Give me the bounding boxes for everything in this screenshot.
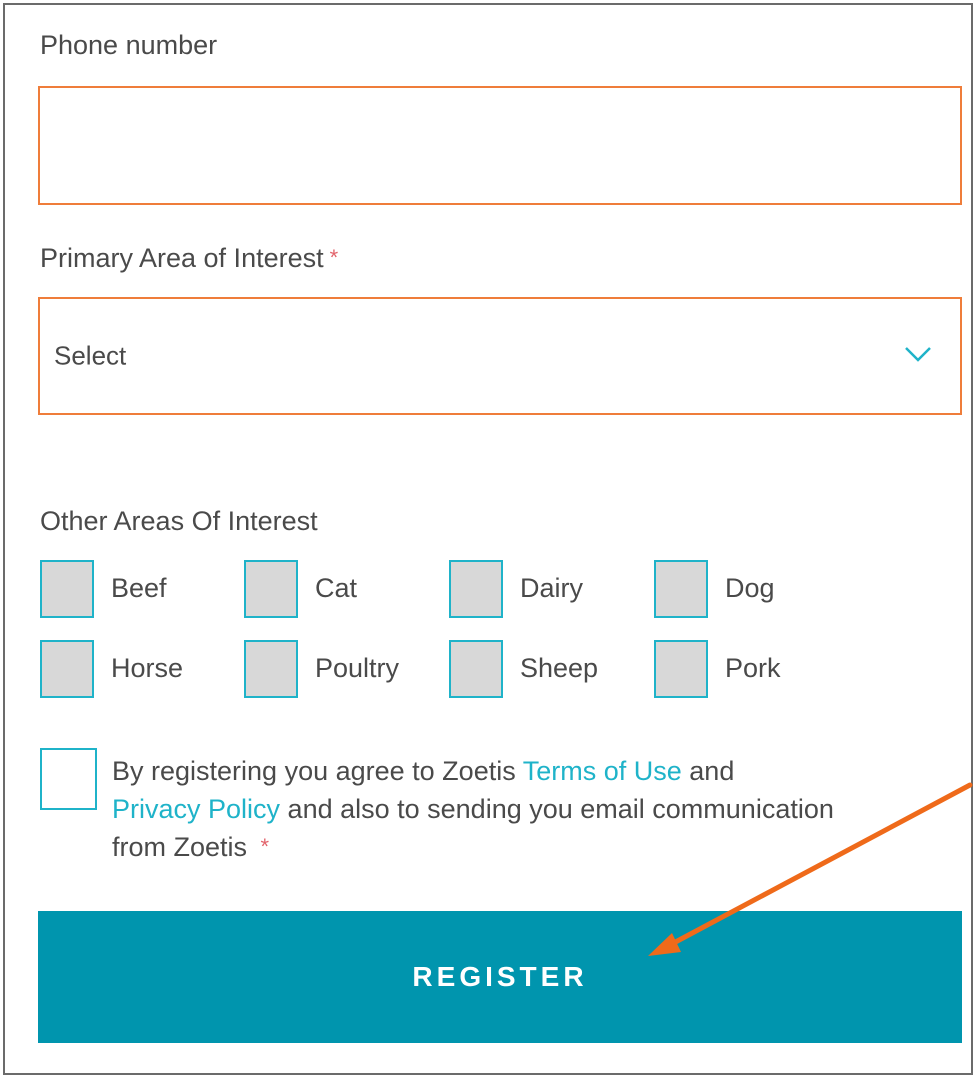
checkbox-label-poultry: Poultry	[315, 653, 400, 683]
checkbox-label-dairy: Dairy	[520, 573, 584, 603]
agreement-text-2: and	[681, 756, 735, 786]
checkbox-label-sheep: Sheep	[520, 653, 599, 683]
checkbox-dog[interactable]	[654, 560, 708, 618]
other-interests-label: Other Areas Of Interest	[40, 506, 318, 536]
checkbox-label-cat: Cat	[315, 573, 358, 603]
agreement-text: By registering you agree to Zoetis Terms…	[112, 752, 872, 866]
privacy-policy-link[interactable]: Privacy Policy	[112, 794, 280, 824]
checkbox-pork[interactable]	[654, 640, 708, 698]
checkbox-label-pork: Pork	[725, 653, 781, 683]
checkbox-sheep[interactable]	[449, 640, 503, 698]
agreement-text-1: By registering you agree to Zoetis	[112, 756, 523, 786]
checkbox-beef[interactable]	[40, 560, 94, 618]
register-button[interactable]: REGISTER	[38, 911, 962, 1043]
primary-interest-label-text: Primary Area of Interest	[40, 243, 324, 273]
agreement-checkbox[interactable]	[40, 748, 97, 810]
checkbox-horse[interactable]	[40, 640, 94, 698]
phone-label: Phone number	[40, 30, 218, 60]
checkbox-cat[interactable]	[244, 560, 298, 618]
checkbox-label-horse: Horse	[111, 653, 184, 683]
chevron-down-icon	[905, 347, 931, 362]
primary-interest-label: Primary Area of Interest *	[40, 243, 338, 274]
checkbox-poultry[interactable]	[244, 640, 298, 698]
required-mark: *	[329, 245, 339, 270]
checkbox-label-dog: Dog	[725, 573, 775, 603]
phone-field[interactable]	[38, 86, 962, 205]
phone-input[interactable]	[40, 88, 960, 203]
primary-interest-select[interactable]: Select	[38, 297, 962, 415]
terms-of-use-link[interactable]: Terms of Use	[523, 756, 682, 786]
select-value: Select	[54, 340, 127, 371]
checkbox-label-beef: Beef	[111, 573, 167, 603]
agreement-required-mark: *	[260, 834, 270, 859]
checkbox-dairy[interactable]	[449, 560, 503, 618]
